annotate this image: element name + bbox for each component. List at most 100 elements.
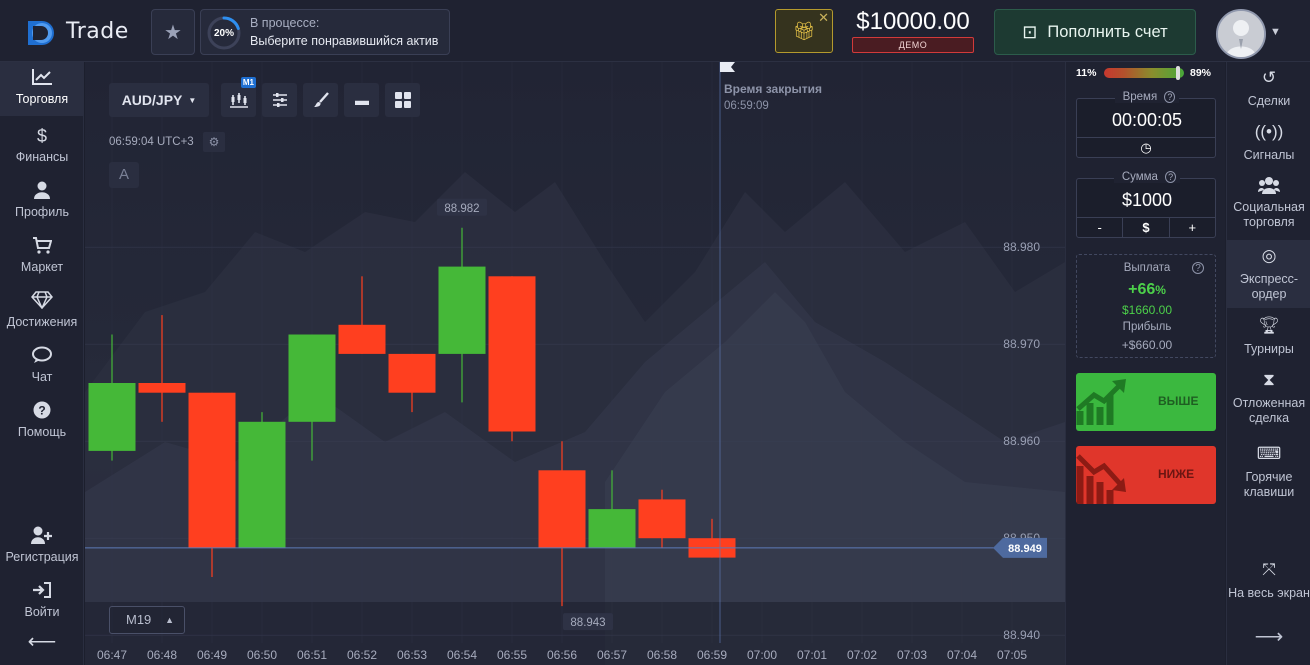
- amount-field[interactable]: Сумма ? $1000 - $ +: [1076, 171, 1217, 238]
- onboarding-progress[interactable]: 20% В процессе: Выберите понравившийся а…: [200, 9, 450, 55]
- x-tick-label: 06:50: [247, 648, 277, 662]
- more-options-button[interactable]: ▬: [344, 83, 379, 117]
- progress-description: Выберите понравившийся актив: [250, 34, 439, 48]
- help-icon[interactable]: ?: [1164, 91, 1176, 103]
- higher-label: ВЫШЕ: [1158, 394, 1199, 408]
- grid-layout-icon: [394, 92, 411, 108]
- sliders-icon: [272, 93, 287, 107]
- candle-body[interactable]: [538, 470, 586, 548]
- candle-body[interactable]: [138, 383, 186, 393]
- time-field[interactable]: Время ? 00:00:05 ◷: [1076, 91, 1217, 158]
- dollar-icon: $: [36, 126, 47, 146]
- nav-item-pending-trade[interactable]: ⧗ Отложенная сделка: [1227, 370, 1310, 432]
- nav-item-trading[interactable]: Торговля: [0, 62, 84, 116]
- chevron-down-icon[interactable]: ▼: [1270, 26, 1281, 38]
- deposit-button[interactable]: ⊡ Пополнить счет: [994, 9, 1196, 55]
- indicators-button[interactable]: [262, 83, 297, 117]
- nav-item-chat[interactable]: Чат: [0, 340, 84, 392]
- payout-box: Выплата ? +66% $1660.00 Прибыль +$660.00: [1076, 254, 1216, 358]
- nav-item-fullscreen[interactable]: ⤧ На весь экран: [1227, 561, 1310, 622]
- zoom-selector[interactable]: M19 ▲: [109, 606, 185, 634]
- chart-area[interactable]: 88.98088.97088.96088.95088.94006:4706:48…: [85, 62, 1065, 665]
- account-balance[interactable]: $10000.00: [852, 8, 974, 36]
- candle-body[interactable]: [188, 392, 236, 548]
- amount-decrease-button[interactable]: -: [1077, 218, 1122, 237]
- nav-item-profile[interactable]: Профиль: [0, 175, 84, 227]
- sentiment-bar: [1104, 68, 1184, 78]
- history-icon: ↺: [1261, 68, 1277, 87]
- layout-button[interactable]: [385, 83, 420, 117]
- logo[interactable]: Trade: [24, 17, 144, 47]
- user-icon: [0, 181, 84, 203]
- chart-canvas[interactable]: 88.98088.97088.96088.95088.94006:4706:48…: [85, 62, 1065, 665]
- close-icon[interactable]: ✕: [818, 10, 829, 26]
- drawing-tools-button[interactable]: [303, 83, 338, 117]
- asset-pair-label: AUD/JPY: [121, 92, 183, 108]
- asset-selector[interactable]: AUD/JPY ▼: [109, 83, 209, 117]
- x-tick-label: 07:01: [797, 648, 827, 662]
- users-icon: [1227, 176, 1310, 198]
- x-tick-label: 06:48: [147, 648, 177, 662]
- chart-toolbar: AUD/JPY ▼ M1 ▬: [109, 77, 426, 117]
- candle-body[interactable]: [638, 499, 686, 539]
- nav-item-tournaments[interactable]: 🏆︎ Турниры: [1227, 317, 1310, 368]
- time-value[interactable]: 00:00:05: [1077, 110, 1217, 131]
- sign-in-icon: [0, 581, 84, 603]
- low-price-label: 88.943: [570, 617, 605, 629]
- account-type-badge[interactable]: ДЕМО: [852, 37, 974, 53]
- nav-item-trades[interactable]: ↺ Сделки: [1227, 68, 1310, 120]
- help-icon[interactable]: ?: [1192, 262, 1204, 274]
- user-avatar-icon: [1218, 11, 1264, 57]
- x-tick-label: 07:00: [747, 648, 777, 662]
- x-tick-label: 06:58: [647, 648, 677, 662]
- nav-item-market[interactable]: Маркет: [0, 230, 84, 282]
- amount-title: Сумма: [1117, 171, 1162, 183]
- nav-label: Торговля: [15, 92, 69, 106]
- candle-body[interactable]: [288, 334, 336, 422]
- y-tick-label: 88.940: [1003, 628, 1040, 642]
- nav-item-social-trading[interactable]: Социальная торговля: [1227, 176, 1310, 236]
- candle-body[interactable]: [588, 509, 636, 548]
- y-tick-label: 88.980: [1003, 240, 1040, 254]
- help-icon[interactable]: ?: [1165, 171, 1177, 183]
- clock-icon[interactable]: ◷: [1077, 138, 1215, 157]
- progress-title: В процессе:: [250, 16, 320, 30]
- candle-body[interactable]: [338, 324, 386, 354]
- candle-body[interactable]: [88, 383, 136, 451]
- amount-value[interactable]: $1000: [1077, 190, 1217, 211]
- collapse-left-icon[interactable]: ⟵: [0, 629, 84, 654]
- candle-body[interactable]: [438, 266, 486, 354]
- gear-icon[interactable]: ⚙: [203, 132, 225, 152]
- sell-lower-button[interactable]: НИЖЕ: [1076, 446, 1216, 504]
- chart-type-button[interactable]: M1: [221, 77, 256, 117]
- user-plus-icon: [0, 526, 84, 548]
- candle-body[interactable]: [238, 421, 286, 548]
- current-price-label: 88.949: [1008, 543, 1042, 555]
- star-icon: ★: [164, 21, 182, 44]
- gift-button[interactable]: 🎁︎ ✕: [775, 9, 833, 53]
- favorites-button[interactable]: ★: [151, 9, 195, 55]
- progress-percent: 20%: [213, 27, 234, 39]
- candle-body[interactable]: [388, 353, 436, 393]
- target-icon: ◎: [1261, 246, 1277, 265]
- trend-down-icon: [1076, 454, 1126, 504]
- nav-item-hotkeys[interactable]: ⌨ Горячие клавиши: [1227, 444, 1310, 506]
- buy-higher-button[interactable]: ВЫШЕ: [1076, 373, 1216, 431]
- keyboard-icon: ⌨: [1256, 444, 1282, 463]
- nav-item-help[interactable]: ? Помощь: [0, 395, 84, 447]
- nav-item-finance[interactable]: $ Финансы: [0, 120, 84, 172]
- avatar[interactable]: [1216, 9, 1266, 59]
- x-tick-label: 06:53: [397, 648, 427, 662]
- collapse-right-icon[interactable]: ⟶: [1227, 627, 1310, 654]
- nav-item-login[interactable]: Войти: [0, 575, 84, 627]
- nav-item-express-order[interactable]: ◎ Экспресс-ордер: [1227, 240, 1310, 308]
- dots-icon: ▬: [355, 92, 369, 108]
- nav-item-signals[interactable]: ((•)) Сигналы: [1227, 123, 1310, 174]
- nav-item-register[interactable]: Регистрация: [0, 520, 84, 572]
- auto-scale-button[interactable]: A: [109, 162, 139, 188]
- amount-increase-button[interactable]: +: [1168, 218, 1215, 237]
- currency-button[interactable]: $: [1122, 218, 1168, 237]
- nav-item-achievements[interactable]: Достижения: [0, 285, 84, 337]
- candle-body[interactable]: [488, 276, 536, 432]
- hourglass-icon: ⧗: [1263, 370, 1275, 389]
